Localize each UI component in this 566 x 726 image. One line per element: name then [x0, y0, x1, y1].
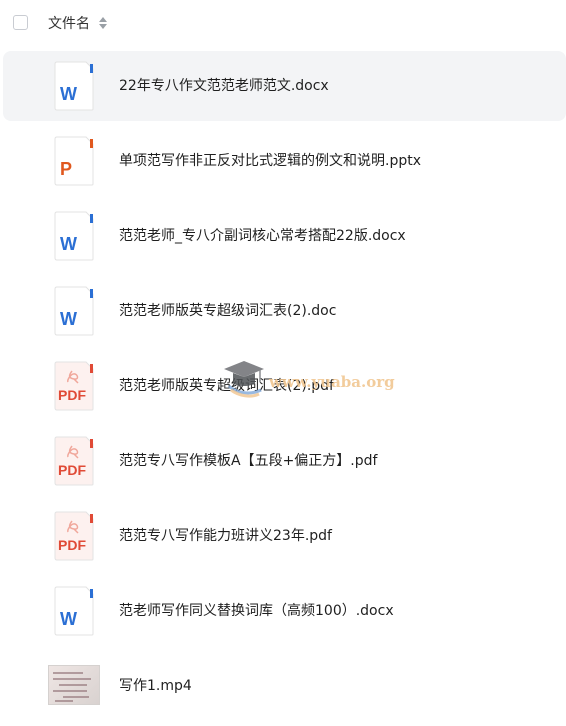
file-type-badge: PDF — [58, 537, 86, 553]
file-name[interactable]: 22年专八作文范范老师范文.docx — [119, 77, 329, 95]
graduation-cap-icon — [224, 361, 264, 398]
watermark: www.yuaba.org — [221, 356, 411, 400]
word-icon: W — [54, 586, 94, 636]
file-type-badge: W — [60, 234, 77, 254]
file-name[interactable]: 写作1.mp4 — [119, 677, 192, 695]
word-icon: W — [54, 211, 94, 261]
pdf-icon: PDF — [54, 361, 94, 411]
pdf-icon: PDF — [54, 511, 94, 561]
file-row[interactable]: 写作1.mp4 — [3, 651, 566, 721]
file-type-badge: P — [60, 159, 72, 179]
thumbnail-text-line — [63, 696, 89, 698]
thumbnail-text-line — [53, 690, 87, 692]
pdf-icon: PDF — [54, 436, 94, 486]
file-name[interactable]: 单项范写作非正反对比式逻辑的例文和说明.pptx — [119, 152, 421, 170]
file-name[interactable]: 范范老师版英专超级词汇表(2).doc — [119, 302, 336, 320]
file-name[interactable]: 范老师写作同义替换词库（高频100）.docx — [119, 602, 394, 620]
file-list-header: 文件名 — [0, 0, 566, 48]
video-thumbnail — [48, 665, 100, 705]
file-row[interactable]: W 22年专八作文范范老师范文.docx — [3, 51, 566, 121]
thumbnail-text-line — [55, 700, 73, 702]
file-row[interactable]: P 单项范写作非正反对比式逻辑的例文和说明.pptx — [3, 126, 566, 196]
file-type-badge: PDF — [58, 462, 86, 478]
column-header-filename[interactable]: 文件名 — [48, 15, 90, 33]
file-name[interactable]: 范范专八写作能力班讲义23年.pdf — [119, 527, 332, 545]
word-icon: W — [54, 61, 94, 111]
select-all-checkbox[interactable] — [13, 15, 28, 30]
file-type-badge: W — [60, 309, 77, 329]
thumbnail-text-line — [59, 684, 87, 686]
powerpoint-icon: P — [54, 136, 94, 186]
file-row[interactable]: W 范范老师版英专超级词汇表(2).doc — [3, 276, 566, 346]
file-type-badge: PDF — [58, 387, 86, 403]
file-type-badge: W — [60, 609, 77, 629]
file-name[interactable]: 范范专八写作模板A【五段+偏正方】.pdf — [119, 452, 377, 470]
thumbnail-text-line — [53, 678, 91, 680]
word-icon: W — [54, 286, 94, 336]
watermark-text: www.yuaba.org — [269, 373, 395, 391]
file-name[interactable]: 范范老师_专八介副词核心常考搭配22版.docx — [119, 227, 406, 245]
thumbnail-text-line — [53, 672, 83, 674]
file-row[interactable]: PDF 范范专八写作模板A【五段+偏正方】.pdf — [3, 426, 566, 496]
file-row[interactable]: PDF 范范专八写作能力班讲义23年.pdf — [3, 501, 566, 571]
file-row[interactable]: W 范老师写作同义替换词库（高频100）.docx — [3, 576, 566, 646]
file-row[interactable]: W 范范老师_专八介副词核心常考搭配22版.docx — [3, 201, 566, 271]
file-type-badge: W — [60, 84, 77, 104]
sort-icon[interactable] — [99, 17, 107, 29]
